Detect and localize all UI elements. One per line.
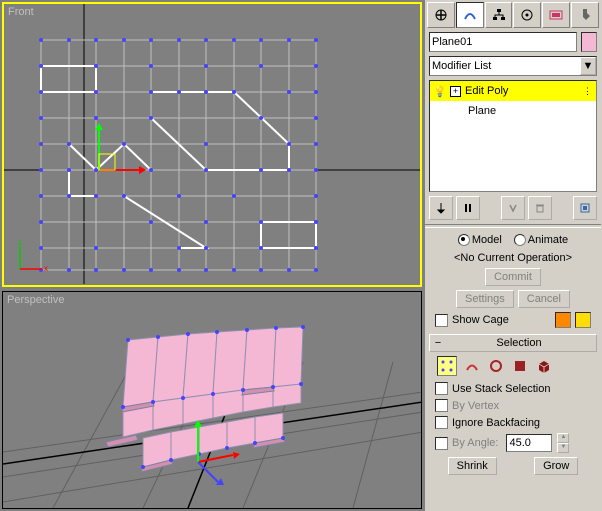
model-mode-radio[interactable]: Model [458,234,502,246]
edge-subobj-button[interactable] [463,357,481,375]
remove-modifier-button[interactable] [528,196,552,220]
stack-item-edit-poly[interactable]: 💡 + Edit Poly ⋮ [430,81,596,101]
hierarchy-tab[interactable] [485,2,513,28]
selection-title: Selection [444,337,594,349]
show-end-result-button[interactable] [456,196,480,220]
radio-icon [514,234,526,246]
display-tab[interactable] [542,2,570,28]
axis-indicator-front: z x [12,237,52,277]
stack-toolbar [425,194,601,222]
stack-item-handle-icon: ⋮ [583,86,592,97]
model-label: Model [472,234,502,246]
rollout-collapse-icon: − [432,337,444,349]
element-subobj-button[interactable] [535,357,553,375]
animate-mode-radio[interactable]: Animate [514,234,568,246]
by-vertex-label: By Vertex [452,400,499,412]
stack-item-plane[interactable]: Plane [430,101,596,121]
create-tab[interactable] [427,2,455,28]
object-color-swatch[interactable] [581,32,597,52]
animate-label: Animate [528,234,568,246]
use-stack-checkbox[interactable] [435,382,448,395]
svg-text:x: x [44,264,48,273]
modify-tab[interactable] [456,2,484,28]
cancel-button[interactable]: Cancel [518,290,570,308]
cage-color-2[interactable] [575,312,591,328]
svg-text:z: z [18,238,22,247]
selection-rollout-header[interactable]: − Selection [429,334,597,352]
show-cage-checkbox[interactable] [435,314,448,327]
command-panel-tabs [425,0,601,30]
viewports-area: Front [0,0,424,511]
make-unique-button[interactable] [501,196,525,220]
stack-item-label: Plane [468,105,496,117]
stack-item-label: Edit Poly [465,85,508,97]
spinner-down-icon[interactable]: ▼ [557,443,569,453]
cage-color-1[interactable] [555,312,571,328]
viewport-label-perspective: Perspective [7,294,64,306]
ignore-backfacing-checkbox[interactable] [435,416,448,429]
modifier-list-label: Modifier List [432,60,491,72]
command-panel: Modifier List ▼ 💡 + Edit Poly ⋮ Plane [424,0,601,511]
grow-button[interactable]: Grow [534,457,578,475]
commit-button[interactable]: Commit [485,268,541,286]
viewport-label-front: Front [8,6,34,18]
operation-status: <No Current Operation> [429,250,597,266]
angle-spinner[interactable] [506,434,552,452]
object-name-input[interactable] [429,32,577,52]
pin-stack-button[interactable] [429,196,453,220]
polygon-subobj-button[interactable] [511,357,529,375]
expand-icon[interactable]: + [450,86,461,97]
ignore-backfacing-label: Ignore Backfacing [452,417,540,429]
settings-button[interactable]: Settings [456,290,514,308]
dropdown-arrow-icon: ▼ [580,57,596,75]
spinner-up-icon[interactable]: ▲ [557,433,569,443]
lightbulb-icon: 💡 [434,85,446,97]
vertex-subobj-button[interactable] [437,356,457,376]
use-stack-label: Use Stack Selection [452,383,550,395]
edit-poly-mode-section: Model Animate <No Current Operation> Com… [425,230,601,330]
by-angle-checkbox[interactable] [435,437,448,450]
border-subobj-button[interactable] [487,357,505,375]
by-vertex-checkbox[interactable] [435,399,448,412]
selection-rollout-body: Use Stack Selection By Vertex Ignore Bac… [425,352,601,477]
by-angle-label: By Angle: [452,437,498,449]
modifier-stack[interactable]: 💡 + Edit Poly ⋮ Plane [429,80,597,192]
viewport-front[interactable]: Front [2,2,422,287]
configure-sets-button[interactable] [573,196,597,220]
utilities-tab[interactable] [571,2,599,28]
modifier-list-dropdown[interactable]: Modifier List ▼ [429,56,597,76]
motion-tab[interactable] [513,2,541,28]
show-cage-label: Show Cage [452,314,551,326]
shrink-button[interactable]: Shrink [448,457,497,475]
radio-icon [458,234,470,246]
viewport-perspective[interactable]: Perspective [2,291,422,509]
